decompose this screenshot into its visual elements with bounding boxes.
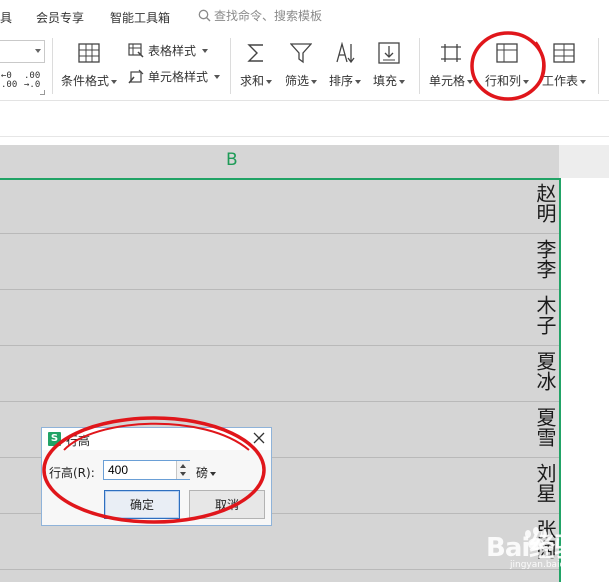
cancel-button[interactable]: 取消 xyxy=(189,490,265,519)
command-search[interactable]: 查找命令、搜索模板 xyxy=(198,7,322,24)
filter-label: 筛选 xyxy=(284,74,309,88)
cell-style-label: 单元格样式 xyxy=(148,70,209,84)
watermark-text: Bai经验 xyxy=(486,533,580,563)
chevron-down-icon xyxy=(111,79,117,84)
chevron-down-icon xyxy=(210,471,217,476)
cell-text: 李李 xyxy=(533,239,557,279)
decrease-decimal-button[interactable]: .00 →.0 xyxy=(24,72,40,90)
cell-label: 单元格 xyxy=(428,74,465,88)
chevron-down-icon xyxy=(35,49,41,53)
worksheet-button[interactable]: 工作表 xyxy=(538,40,590,89)
sort-icon xyxy=(326,40,364,66)
watermark-url: jingyan.baidu.com xyxy=(510,560,594,570)
chevron-down-icon xyxy=(202,48,209,53)
top-menu-bar: 具 会员专享 智能工具箱 查找命令、搜索模板 xyxy=(0,0,609,32)
conditional-format-label: 条件格式 xyxy=(60,74,109,88)
conditional-format-icon xyxy=(58,40,120,66)
ribbon-divider xyxy=(419,38,420,94)
cell-text: 赵明 xyxy=(533,183,557,223)
fill-button[interactable]: 填充 xyxy=(370,40,408,89)
cell-text: 木子 xyxy=(533,295,557,335)
cell-icon xyxy=(426,40,476,66)
search-icon xyxy=(198,9,211,22)
chevron-down-icon xyxy=(399,79,405,84)
sort-label: 排序 xyxy=(328,74,353,88)
dialog-title: 行高 xyxy=(66,434,91,448)
row-height-label: 行高(R): xyxy=(49,466,95,480)
cell-style-button[interactable]: 单元格样式 xyxy=(128,68,221,85)
ribbon-divider xyxy=(230,38,231,94)
unit-select[interactable]: 磅 xyxy=(196,464,217,481)
row-col-button[interactable]: 行和列 xyxy=(482,40,532,89)
chevron-down-icon xyxy=(355,79,361,84)
search-placeholder: 查找命令、搜索模板 xyxy=(214,9,323,23)
chevron-down-icon xyxy=(523,79,529,84)
chevron-down-icon xyxy=(214,74,221,79)
sigma-icon xyxy=(237,40,275,66)
column-header-b[interactable] xyxy=(0,145,559,178)
table-style-label: 表格样式 xyxy=(148,44,197,58)
chevron-down-icon xyxy=(266,79,272,84)
ok-button[interactable]: 确定 xyxy=(104,490,180,519)
column-header-next[interactable] xyxy=(559,145,609,178)
menu-item-smart-toolbox[interactable]: 智能工具箱 xyxy=(110,9,170,26)
dialog-title-bar[interactable]: S 行高 xyxy=(42,428,271,450)
fill-icon xyxy=(370,40,408,66)
close-icon[interactable] xyxy=(252,431,266,445)
formula-bar[interactable] xyxy=(0,101,609,137)
sum-label: 求和 xyxy=(239,74,264,88)
worksheet-icon xyxy=(538,40,590,66)
unit-label: 磅 xyxy=(196,466,209,480)
app-logo-icon: S xyxy=(48,432,61,446)
menu-item-partial[interactable]: 具 xyxy=(0,9,12,26)
stepper-down-icon[interactable] xyxy=(180,472,186,476)
row-col-icon xyxy=(482,40,532,66)
stepper-up-icon[interactable] xyxy=(180,464,186,468)
cell-style-icon xyxy=(128,69,144,84)
chevron-down-icon xyxy=(580,79,586,84)
row-height-stepper[interactable] xyxy=(176,461,190,479)
chevron-down-icon xyxy=(311,79,317,84)
worksheet-label: 工作表 xyxy=(541,74,578,88)
ribbon-toolbar: ←0 .00 .00 →.0 条件格式 表格样式 单元格样式 求和 筛选 排序 xyxy=(0,32,609,102)
group-launcher-icon[interactable] xyxy=(40,90,45,95)
increase-decimal-button[interactable]: ←0 .00 xyxy=(1,72,17,90)
chevron-down-icon xyxy=(467,79,473,84)
filter-icon xyxy=(282,40,320,66)
row-height-dialog: S 行高 行高(R): 磅 确定 取消 xyxy=(41,427,272,526)
cell-button[interactable]: 单元格 xyxy=(426,40,476,89)
cell-text: 夏冰 xyxy=(533,351,557,391)
cell-text: 夏雪 xyxy=(533,407,557,447)
table-style-icon xyxy=(128,43,144,58)
row-col-label: 行和列 xyxy=(484,74,521,88)
filter-button[interactable]: 筛选 xyxy=(282,40,320,89)
ribbon-divider xyxy=(52,38,53,94)
number-format-select[interactable] xyxy=(0,40,45,63)
table-style-button[interactable]: 表格样式 xyxy=(128,42,209,59)
conditional-format-button[interactable]: 条件格式 xyxy=(58,40,120,89)
menu-item-member[interactable]: 会员专享 xyxy=(36,9,84,26)
column-b-label: B xyxy=(226,150,238,170)
cell-text: 刘星 xyxy=(533,463,557,503)
sort-button[interactable]: 排序 xyxy=(326,40,364,89)
sum-button[interactable]: 求和 xyxy=(237,40,275,89)
ribbon-divider xyxy=(598,38,599,94)
fill-label: 填充 xyxy=(372,74,397,88)
formula-bar-border xyxy=(0,136,609,137)
